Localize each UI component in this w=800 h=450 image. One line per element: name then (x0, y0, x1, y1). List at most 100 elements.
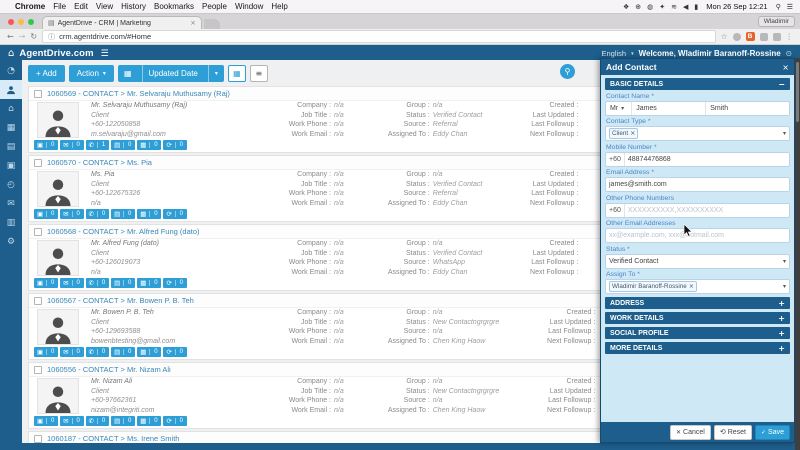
media-button[interactable]: ▣0 (34, 278, 58, 288)
work-details-section[interactable]: WORK DETAILS + (605, 312, 790, 324)
contact-id-link[interactable]: 1060569 - CONTACT > Mr. Selvaraju Muthus… (47, 89, 230, 98)
save-button[interactable]: ✓ Save (755, 425, 790, 440)
mobile-number-input[interactable]: +60 48874476868 (605, 152, 790, 167)
app-brand[interactable]: AgentDrive.com (19, 48, 93, 59)
email-button[interactable]: ✉0 (60, 209, 83, 219)
contact-id-link[interactable]: 1060570 - CONTACT > Ms. Pia (47, 158, 152, 167)
url-field[interactable]: ⓘ crm.agentdrive.com/#Home (42, 30, 716, 43)
menubar-status-icon[interactable]: ◍ (647, 3, 653, 11)
menu-people[interactable]: People (202, 2, 227, 11)
contact-id-link[interactable]: 1060568 - CONTACT > Mr. Alfred Fung (dat… (47, 227, 200, 236)
menu-view[interactable]: View (96, 2, 113, 11)
sidebar-item-reports[interactable]: ▥ (0, 213, 22, 232)
bookmark-star-icon[interactable]: ☆ (721, 32, 728, 41)
minimize-window-button[interactable] (18, 19, 24, 25)
row-checkbox[interactable] (34, 228, 42, 236)
sidebar-item-settings[interactable]: ⚙ (0, 232, 22, 251)
close-window-button[interactable] (8, 19, 14, 25)
notes-button[interactable]: ▤0 (111, 278, 135, 288)
spotlight-icon[interactable]: ⚲ (776, 3, 781, 11)
site-info-icon[interactable]: ⓘ (48, 32, 55, 42)
media-button[interactable]: ▣0 (34, 347, 58, 357)
reload-button[interactable]: ↻ (30, 32, 37, 41)
menu-edit[interactable]: Edit (74, 2, 88, 11)
notes-button[interactable]: ▤0 (111, 347, 135, 357)
tasks-button[interactable]: ▦0 (137, 209, 161, 219)
battery-icon[interactable]: ▮ (694, 3, 698, 11)
menu-file[interactable]: File (53, 2, 66, 11)
row-checkbox[interactable] (34, 435, 42, 443)
menubar-status-icon[interactable]: ❖ (623, 3, 629, 11)
contact-id-link[interactable]: 1060567 - CONTACT > Mr. Bowen P. B. Teh (47, 296, 194, 305)
media-button[interactable]: ▣0 (34, 209, 58, 219)
contact-id-link[interactable]: 1060187 - CONTACT > Ms. Irene Smith (47, 434, 179, 443)
expand-icon[interactable]: + (778, 314, 785, 323)
panel-close-icon[interactable]: × (782, 63, 789, 72)
tab-close-icon[interactable]: × (190, 19, 196, 27)
more-details-section[interactable]: MORE DETAILS + (605, 342, 790, 354)
language-selector[interactable]: English (601, 49, 626, 58)
cancel-button[interactable]: ✕ Cancel (670, 425, 711, 440)
action-button[interactable]: Action ▾ (69, 65, 114, 82)
other-email-input[interactable]: xx@example.com, xxx@hotmail.com (605, 228, 790, 243)
add-button[interactable]: + Add (28, 65, 65, 82)
maximize-window-button[interactable] (28, 19, 34, 25)
updated-date-filter[interactable]: ▦ Updated Date ▾ (118, 65, 224, 82)
panel-scrollbar[interactable] (795, 58, 800, 450)
remove-tag-icon[interactable]: × (689, 282, 694, 291)
new-tab-button[interactable] (204, 19, 220, 29)
sidebar-item-projects[interactable]: ▦ (0, 118, 22, 137)
notes-button[interactable]: ▤0 (111, 209, 135, 219)
extension-b-icon[interactable]: B (746, 32, 755, 41)
address-section[interactable]: ADDRESS + (605, 297, 790, 309)
social-profile-section[interactable]: SOCIAL PROFILE + (605, 327, 790, 339)
row-checkbox[interactable] (34, 366, 42, 374)
contact-type-select[interactable]: Client × ▾ (605, 126, 790, 141)
email-button[interactable]: ✉0 (60, 278, 83, 288)
call-button[interactable]: ✆1 (86, 140, 109, 150)
scrollbar-thumb[interactable] (796, 62, 799, 122)
salutation-select[interactable]: Mr ▾ (606, 102, 628, 115)
extension-icon[interactable] (733, 33, 741, 41)
app-menu-icon[interactable]: ☰ (101, 49, 109, 59)
expand-icon[interactable]: + (778, 329, 785, 338)
sidebar-item-listings[interactable]: ▤ (0, 137, 22, 156)
browser-profile-button[interactable]: Wladimir (758, 16, 795, 27)
row-checkbox[interactable] (34, 90, 42, 98)
reset-button[interactable]: ⟲ Reset (714, 425, 752, 440)
notes-button[interactable]: ▤0 (111, 416, 135, 426)
history-button[interactable]: ⟳0 (163, 278, 186, 288)
call-button[interactable]: ✆0 (86, 347, 109, 357)
assign-to-select[interactable]: Wladimir Baranoff-Rossine × ▾ (605, 279, 790, 294)
status-select[interactable]: Verified Contact ▾ (605, 254, 790, 269)
extension-icon[interactable] (760, 33, 768, 41)
sidebar-item-dashboard[interactable]: ◔ (0, 61, 22, 80)
email-button[interactable]: ✉0 (60, 416, 83, 426)
history-button[interactable]: ⟳0 (163, 347, 186, 357)
sidebar-item-email[interactable]: ✉ (0, 194, 22, 213)
contact-id-link[interactable]: 1060556 - CONTACT > Mr. Nizam Ali (47, 365, 171, 374)
tasks-button[interactable]: ▦0 (137, 140, 161, 150)
menubar-clock[interactable]: Mon 26 Sep 12:21 (706, 2, 767, 11)
last-name-input[interactable]: Smith (705, 102, 776, 115)
back-button[interactable]: ← (7, 32, 14, 41)
menubar-status-icon[interactable]: ✦ (659, 3, 665, 11)
call-button[interactable]: ✆0 (86, 278, 109, 288)
email-address-input[interactable]: james@smith.com (605, 177, 790, 192)
sidebar-item-reminders[interactable]: ◴ (0, 175, 22, 194)
menubar-status-icon[interactable]: ⊕ (635, 3, 641, 11)
history-button[interactable]: ⟳0 (163, 140, 186, 150)
menu-bookmarks[interactable]: Bookmarks (154, 2, 194, 11)
extension-icon[interactable] (773, 33, 781, 41)
tasks-button[interactable]: ▦0 (137, 347, 161, 357)
volume-icon[interactable]: ◀ (683, 3, 688, 11)
media-button[interactable]: ▣0 (34, 140, 58, 150)
sidebar-item-properties[interactable]: ⌂ (0, 99, 22, 118)
email-button[interactable]: ✉0 (60, 347, 83, 357)
menu-history[interactable]: History (121, 2, 146, 11)
search-button[interactable]: ⚲ (560, 64, 575, 79)
tasks-button[interactable]: ▦0 (137, 416, 161, 426)
media-button[interactable]: ▣0 (34, 416, 58, 426)
email-button[interactable]: ✉0 (60, 140, 83, 150)
other-phone-input[interactable]: +60 XXXXXXXXXX,XXXXXXXXXX (605, 203, 790, 218)
